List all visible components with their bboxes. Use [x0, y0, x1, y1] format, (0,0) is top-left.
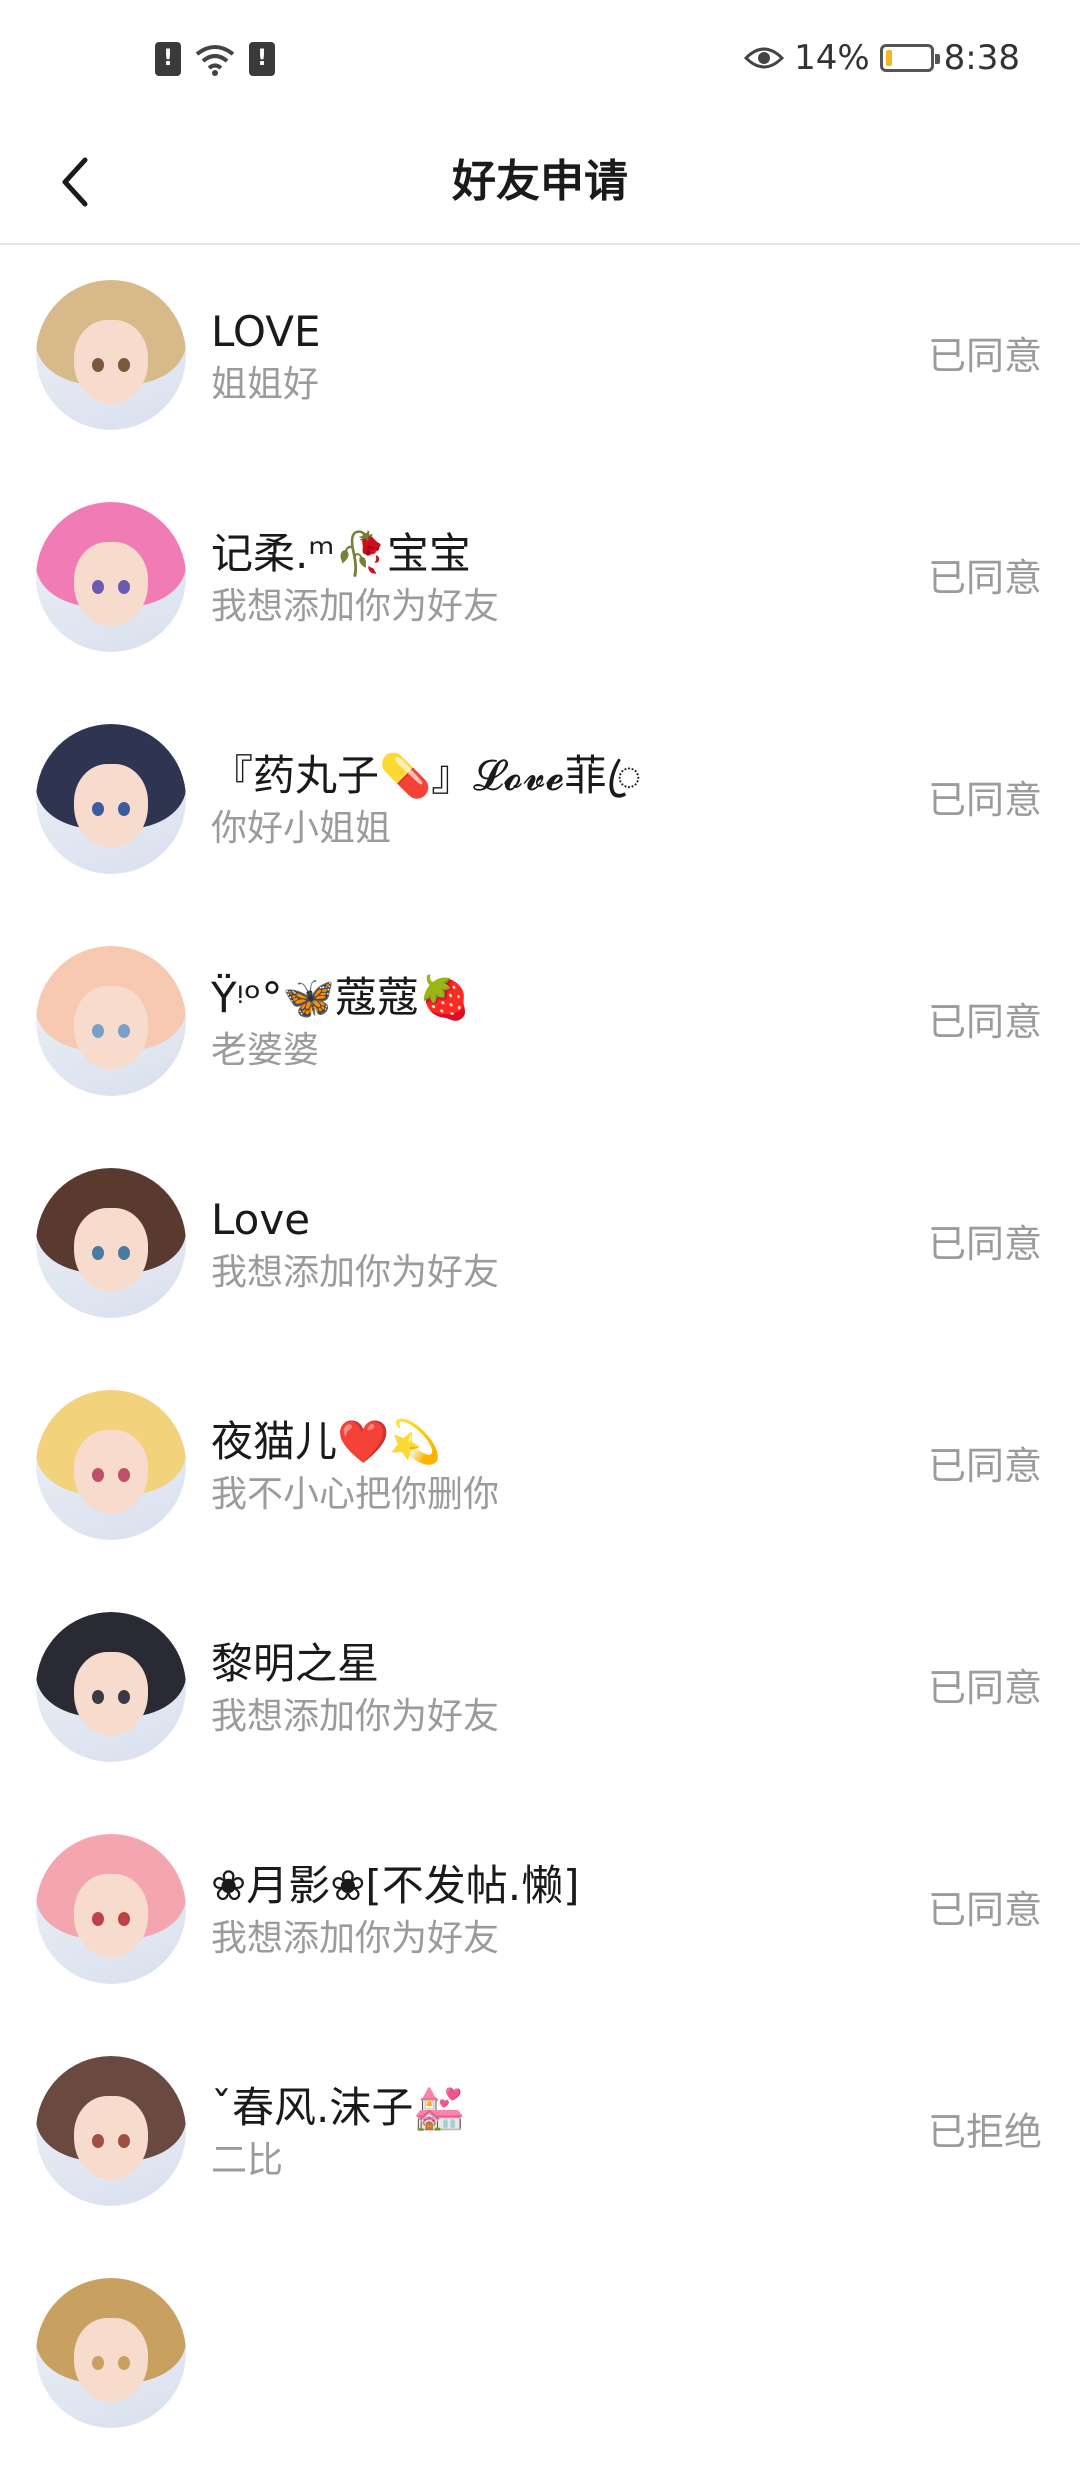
list-item[interactable]: Love 我想添加你为好友 已同意: [0, 1133, 1080, 1355]
status-bar: ! ! 14% 8:38: [0, 0, 1080, 125]
avatar[interactable]: [36, 1390, 186, 1540]
request-name: ˇ春风.沫子💒: [211, 2083, 466, 2132]
request-message: 我想添加你为好友: [211, 1918, 500, 1959]
avatar[interactable]: [36, 946, 186, 1096]
wifi-icon: [195, 45, 235, 76]
request-name: Ÿᵎᵒ°🦋蔻蔻🍓: [211, 973, 472, 1022]
request-status: 已同意: [927, 334, 1042, 378]
eye-icon: [744, 47, 785, 69]
list-item[interactable]: ❀月影❀[不发帖.懒] 我想添加你为好友 已同意: [0, 1799, 1080, 2021]
avatar[interactable]: [36, 2056, 186, 2206]
avatar[interactable]: [36, 724, 186, 874]
request-status: 已同意: [927, 1666, 1042, 1710]
alert-icon: !: [155, 42, 181, 76]
header: 好友申请: [0, 125, 1080, 245]
request-status: 已同意: [927, 778, 1042, 822]
request-status: 已同意: [927, 556, 1042, 600]
page-title: 好友申请: [452, 156, 628, 207]
request-name: 黎明之星: [211, 1639, 380, 1688]
request-message: 我不小心把你删你: [211, 1474, 500, 1515]
status-right: 14% 8:38: [744, 38, 1020, 78]
request-status: 已同意: [927, 1444, 1042, 1488]
status-left-icons: ! !: [155, 42, 275, 76]
list-item[interactable]: LOVE 姐姐好 已同意: [0, 245, 1080, 467]
list-item[interactable]: 黎明之星我想添加你为好友 已同意: [0, 1577, 1080, 1799]
list-item[interactable]: 『药丸子💊』𝓛𝓸𝓿𝓮菲ꦿ 你好小姐姐 已同意: [0, 689, 1080, 911]
request-status: 已同意: [927, 1222, 1042, 1266]
request-name: ❀月影❀[不发帖.懒]: [211, 1861, 580, 1910]
request-message: 我想添加你为好友: [211, 1252, 500, 1293]
request-name: 夜猫儿❤️💫: [211, 1417, 442, 1466]
battery-icon: [879, 44, 940, 72]
request-message: 我想添加你为好友: [211, 586, 500, 627]
request-message: 老婆婆: [211, 1030, 320, 1071]
request-message: 二比: [211, 2140, 284, 2181]
list-item[interactable]: [0, 2243, 1080, 2465]
request-name: 记柔.ᵐ🥀宝宝: [211, 529, 471, 578]
request-name: 『药丸子💊』𝓛𝓸𝓿𝓮菲ꦿ: [211, 751, 642, 800]
request-status: 已拒绝: [927, 2110, 1042, 2154]
battery-alert-icon: !: [249, 42, 275, 76]
list-item[interactable]: 夜猫儿❤️💫 我不小心把你删你 已同意: [0, 1355, 1080, 1577]
avatar[interactable]: [36, 1612, 186, 1762]
list-item[interactable]: 记柔.ᵐ🥀宝宝我想添加你为好友 已同意: [0, 467, 1080, 689]
avatar[interactable]: [36, 1168, 186, 1318]
avatar[interactable]: [36, 280, 186, 430]
avatar[interactable]: [36, 2278, 186, 2428]
list-item[interactable]: Ÿᵎᵒ°🦋蔻蔻🍓 老婆婆 已同意: [0, 911, 1080, 1133]
battery-percent: 14%: [794, 38, 870, 78]
request-name: LOVE: [211, 307, 321, 356]
request-message: 你好小姐姐: [211, 808, 392, 849]
avatar[interactable]: [36, 502, 186, 652]
friend-request-list: LOVE 姐姐好 已同意 记柔.ᵐ🥀宝宝 我想添加你为好友 已同意 『药丸子💊』𝓛𝓸𝓿𝓮菲ꦿ…: [0, 245, 1080, 2465]
request-name: Love: [211, 1195, 311, 1244]
clock: 8:38: [943, 38, 1020, 78]
request-status: 已同意: [927, 1000, 1042, 1044]
list-item[interactable]: ˇ春风.沫子💒 二比 已拒绝: [0, 2021, 1080, 2243]
request-message: 姐姐好: [211, 364, 320, 405]
request-status: 已同意: [927, 1888, 1042, 1932]
request-message: 我想添加你为好友: [211, 1696, 500, 1737]
battery-level: [885, 50, 892, 66]
avatar[interactable]: [36, 1834, 186, 1984]
